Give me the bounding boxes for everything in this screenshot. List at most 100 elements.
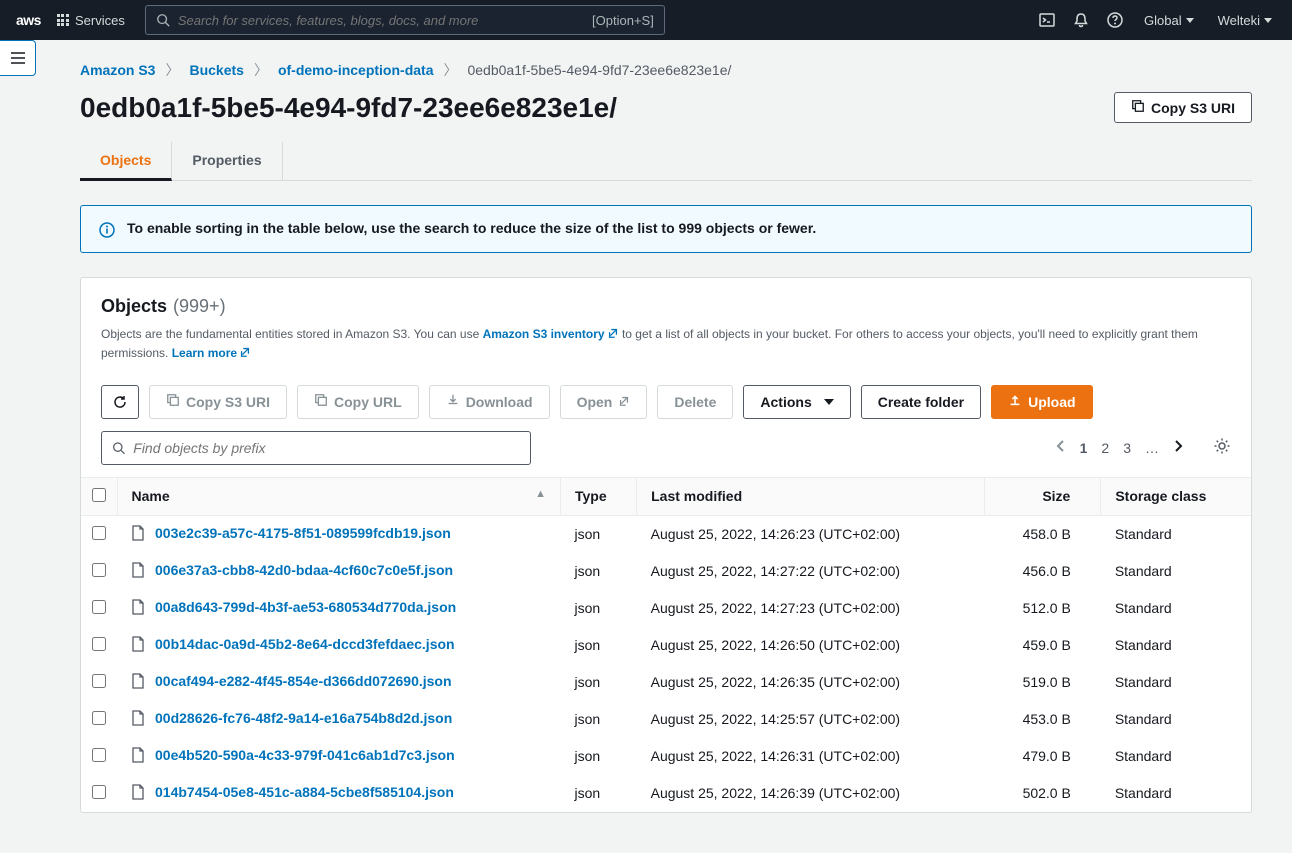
delete-button[interactable]: Delete bbox=[657, 385, 733, 419]
cell-size: 519.0 B bbox=[985, 664, 1101, 701]
objects-search[interactable] bbox=[101, 431, 531, 465]
column-last-modified[interactable]: Last modified bbox=[637, 477, 985, 515]
copy-icon bbox=[1131, 99, 1145, 116]
services-menu[interactable]: Services bbox=[57, 13, 125, 28]
main-content: Amazon S3 〉 Buckets 〉 of-demo-inception-… bbox=[0, 40, 1292, 853]
help-icon[interactable] bbox=[1106, 11, 1124, 29]
object-name-link[interactable]: 00caf494-e282-4f45-854e-d366dd072690.jso… bbox=[155, 673, 452, 689]
inventory-link[interactable]: Amazon S3 inventory bbox=[483, 327, 619, 341]
column-name[interactable]: Name▲ bbox=[117, 477, 560, 515]
page-more[interactable]: … bbox=[1145, 440, 1159, 456]
page-title: 0edb0a1f-5be5-4e94-9fd7-23ee6e823e1e/ bbox=[80, 92, 617, 124]
row-checkbox[interactable] bbox=[92, 711, 106, 725]
create-folder-button[interactable]: Create folder bbox=[861, 385, 981, 419]
gear-icon bbox=[1213, 437, 1231, 455]
tab-objects[interactable]: Objects bbox=[80, 142, 172, 181]
objects-table: Name▲ Type Last modified Size Storage cl… bbox=[81, 477, 1251, 812]
services-label: Services bbox=[75, 13, 125, 28]
object-name-link[interactable]: 003e2c39-a57c-4175-8f51-089599fcdb19.jso… bbox=[155, 525, 451, 541]
panel-title: Objects bbox=[101, 296, 167, 317]
cell-size: 512.0 B bbox=[985, 590, 1101, 627]
upload-icon bbox=[1008, 393, 1022, 410]
cell-last-modified: August 25, 2022, 14:26:31 (UTC+02:00) bbox=[637, 738, 985, 775]
objects-search-input[interactable] bbox=[133, 440, 520, 456]
cell-storage-class: Standard bbox=[1101, 738, 1251, 775]
copy-s3-uri-button[interactable]: Copy S3 URI bbox=[1114, 92, 1252, 123]
page-1[interactable]: 1 bbox=[1080, 440, 1088, 456]
copy-s3-uri-toolbar-button[interactable]: Copy S3 URI bbox=[149, 385, 287, 419]
download-button[interactable]: Download bbox=[429, 385, 550, 419]
copy-url-button[interactable]: Copy URL bbox=[297, 385, 419, 419]
breadcrumb-buckets[interactable]: Buckets bbox=[189, 62, 243, 78]
aws-logo[interactable]: aws bbox=[16, 12, 41, 28]
file-icon bbox=[131, 676, 145, 692]
sort-icon: ▲ bbox=[535, 488, 546, 500]
object-name-link[interactable]: 006e37a3-cbb8-42d0-bdaa-4cf60c7c0e5f.jso… bbox=[155, 562, 453, 578]
caret-down-icon bbox=[1264, 18, 1272, 23]
column-type[interactable]: Type bbox=[560, 477, 636, 515]
row-checkbox[interactable] bbox=[92, 600, 106, 614]
objects-panel: Objects (999+) Objects are the fundament… bbox=[80, 277, 1252, 813]
external-link-icon bbox=[239, 345, 251, 363]
caret-down-icon bbox=[824, 399, 834, 405]
open-button[interactable]: Open bbox=[560, 385, 648, 419]
search-icon bbox=[112, 441, 125, 455]
cell-storage-class: Standard bbox=[1101, 775, 1251, 812]
table-row: 00e4b520-590a-4c33-979f-041c6ab1d7c3.jso… bbox=[81, 738, 1251, 775]
object-name-link[interactable]: 00b14dac-0a9d-45b2-8e64-dccd3fefdaec.jso… bbox=[155, 636, 455, 652]
row-checkbox[interactable] bbox=[92, 785, 106, 799]
object-name-link[interactable]: 00e4b520-590a-4c33-979f-041c6ab1d7c3.jso… bbox=[155, 747, 455, 763]
cell-storage-class: Standard bbox=[1101, 553, 1251, 590]
actions-button[interactable]: Actions bbox=[743, 385, 850, 419]
table-row: 00b14dac-0a9d-45b2-8e64-dccd3fefdaec.jso… bbox=[81, 627, 1251, 664]
account-menu[interactable]: Welteki bbox=[1214, 13, 1276, 28]
tabs: Objects Properties bbox=[80, 142, 1252, 181]
learn-more-link[interactable]: Learn more bbox=[172, 346, 251, 360]
row-checkbox[interactable] bbox=[92, 526, 106, 540]
row-checkbox[interactable] bbox=[92, 637, 106, 651]
page-next[interactable] bbox=[1173, 439, 1183, 456]
page-prev[interactable] bbox=[1056, 439, 1066, 456]
refresh-icon bbox=[112, 394, 128, 410]
chevron-right-icon: 〉 bbox=[443, 60, 457, 80]
cloudshell-icon[interactable] bbox=[1038, 11, 1056, 29]
cell-last-modified: August 25, 2022, 14:25:57 (UTC+02:00) bbox=[637, 701, 985, 738]
breadcrumb-bucket-name[interactable]: of-demo-inception-data bbox=[278, 62, 434, 78]
copy-icon bbox=[166, 393, 180, 410]
region-label: Global bbox=[1144, 13, 1182, 28]
cell-last-modified: August 25, 2022, 14:26:35 (UTC+02:00) bbox=[637, 664, 985, 701]
column-storage-class[interactable]: Storage class bbox=[1101, 477, 1251, 515]
breadcrumb-s3[interactable]: Amazon S3 bbox=[80, 62, 155, 78]
object-name-link[interactable]: 014b7454-05e8-451c-a884-5cbe8f585104.jso… bbox=[155, 784, 454, 800]
select-all-checkbox[interactable] bbox=[92, 488, 106, 502]
object-name-link[interactable]: 00a8d643-799d-4b3f-ae53-680534d770da.jso… bbox=[155, 599, 456, 615]
global-search-input[interactable] bbox=[178, 13, 584, 28]
region-selector[interactable]: Global bbox=[1140, 13, 1198, 28]
tab-properties[interactable]: Properties bbox=[172, 142, 282, 180]
global-search[interactable]: [Option+S] bbox=[145, 5, 665, 35]
file-icon bbox=[131, 565, 145, 581]
cell-type: json bbox=[560, 701, 636, 738]
notifications-icon[interactable] bbox=[1072, 11, 1090, 29]
table-settings[interactable] bbox=[1213, 437, 1231, 458]
cell-last-modified: August 25, 2022, 14:26:39 (UTC+02:00) bbox=[637, 775, 985, 812]
info-banner: To enable sorting in the table below, us… bbox=[80, 205, 1252, 253]
row-checkbox[interactable] bbox=[92, 674, 106, 688]
cell-size: 502.0 B bbox=[985, 775, 1101, 812]
row-checkbox[interactable] bbox=[92, 748, 106, 762]
cell-last-modified: August 25, 2022, 14:26:50 (UTC+02:00) bbox=[637, 627, 985, 664]
download-icon bbox=[446, 393, 460, 410]
search-shortcut: [Option+S] bbox=[592, 13, 654, 28]
upload-button[interactable]: Upload bbox=[991, 385, 1092, 419]
refresh-button[interactable] bbox=[101, 385, 139, 419]
page-2[interactable]: 2 bbox=[1101, 440, 1109, 456]
cell-storage-class: Standard bbox=[1101, 515, 1251, 553]
side-panel-toggle[interactable] bbox=[0, 40, 36, 76]
column-size[interactable]: Size bbox=[985, 477, 1101, 515]
row-checkbox[interactable] bbox=[92, 563, 106, 577]
cell-size: 453.0 B bbox=[985, 701, 1101, 738]
object-name-link[interactable]: 00d28626-fc76-48f2-9a14-e16a754b8d2d.jso… bbox=[155, 710, 452, 726]
top-navigation: aws Services [Option+S] Global Welteki bbox=[0, 0, 1292, 40]
services-grid-icon bbox=[57, 14, 69, 26]
page-3[interactable]: 3 bbox=[1123, 440, 1131, 456]
